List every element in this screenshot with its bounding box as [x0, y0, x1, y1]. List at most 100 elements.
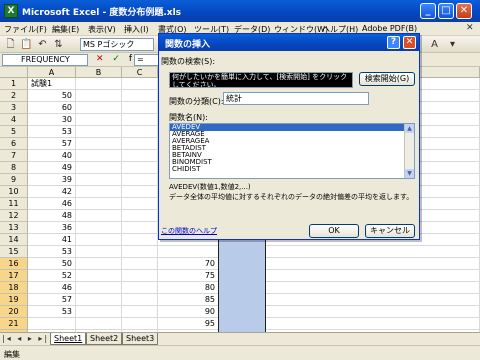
sheet-navigation-icons[interactable]: |◂ ◂ ▸ ▸|: [2, 334, 49, 343]
cell-c[interactable]: [122, 258, 158, 270]
cell-bin[interactable]: 95: [158, 318, 218, 330]
cell-c[interactable]: [122, 246, 158, 258]
cell-a[interactable]: 36: [28, 222, 76, 234]
column-header-a[interactable]: A: [28, 67, 76, 78]
cell-b[interactable]: [76, 162, 122, 174]
sheet-tab-2[interactable]: Sheet2: [86, 333, 123, 345]
cell-b[interactable]: [76, 222, 122, 234]
cell-b[interactable]: [76, 174, 122, 186]
cell-a[interactable]: 57: [28, 294, 76, 306]
cell-c[interactable]: [122, 174, 158, 186]
cell-a[interactable]: 53: [28, 306, 76, 318]
cell-a[interactable]: 39: [28, 174, 76, 186]
enter-icon[interactable]: ✓: [112, 54, 123, 64]
function-list-item[interactable]: CHIDIST: [170, 166, 414, 173]
category-select[interactable]: 統計: [223, 92, 369, 105]
cell-b[interactable]: [76, 114, 122, 126]
row-header[interactable]: 2: [0, 90, 28, 102]
row-header[interactable]: 14: [0, 234, 28, 246]
row-header[interactable]: 4: [0, 114, 28, 126]
minimize-button[interactable]: _: [420, 3, 436, 19]
row-header[interactable]: 5: [0, 126, 28, 138]
cell-right[interactable]: [266, 246, 480, 258]
cell-a[interactable]: 52: [28, 270, 76, 282]
cell-b[interactable]: [76, 150, 122, 162]
select-all-corner[interactable]: [0, 67, 28, 78]
row-header[interactable]: 3: [0, 102, 28, 114]
row-header[interactable]: 21: [0, 318, 28, 330]
row-header[interactable]: 11: [0, 198, 28, 210]
row-header[interactable]: 6: [0, 138, 28, 150]
cell-c[interactable]: [122, 318, 158, 330]
cell-c[interactable]: [122, 234, 158, 246]
cell-b[interactable]: [76, 102, 122, 114]
formula-input[interactable]: =: [134, 54, 160, 66]
cell-c[interactable]: [122, 270, 158, 282]
row-header[interactable]: 9: [0, 174, 28, 186]
cell-right[interactable]: [266, 270, 480, 282]
cell-a[interactable]: 57: [28, 138, 76, 150]
function-list-item[interactable]: AVERAGEA: [170, 138, 414, 145]
cell-a[interactable]: 46: [28, 282, 76, 294]
cell-a[interactable]: 48: [28, 210, 76, 222]
cell-b[interactable]: [76, 270, 122, 282]
cell-right[interactable]: [266, 282, 480, 294]
cell-b[interactable]: [76, 282, 122, 294]
search-start-button[interactable]: 検索開始(G): [359, 72, 415, 86]
cell-right[interactable]: [266, 306, 480, 318]
menu-view[interactable]: 表示(V): [88, 24, 116, 35]
cancel-icon[interactable]: ✕: [96, 54, 107, 64]
function-list-item[interactable]: BINOMDIST: [170, 159, 414, 166]
help-icon[interactable]: ?: [387, 36, 400, 49]
sheet-tab-1[interactable]: Sheet1: [50, 333, 87, 345]
cell-c[interactable]: [122, 294, 158, 306]
cell-c[interactable]: [122, 306, 158, 318]
row-header[interactable]: 18: [0, 282, 28, 294]
cell-bin[interactable]: [158, 246, 218, 258]
cell-a[interactable]: 30: [28, 114, 76, 126]
cell-b[interactable]: [76, 246, 122, 258]
cell-b[interactable]: [76, 294, 122, 306]
cell-c[interactable]: [122, 162, 158, 174]
cell-b[interactable]: [76, 234, 122, 246]
cell-right[interactable]: [266, 294, 480, 306]
cell-b[interactable]: [76, 138, 122, 150]
scroll-down-icon[interactable]: ▼: [405, 169, 414, 178]
menu-insert[interactable]: 挿入(I): [124, 24, 149, 35]
column-header-c[interactable]: C: [122, 67, 158, 78]
row-header[interactable]: 8: [0, 162, 28, 174]
menu-edit[interactable]: 編集(E): [52, 24, 79, 35]
cell-c[interactable]: [122, 114, 158, 126]
scroll-up-icon[interactable]: ▲: [405, 124, 414, 133]
cell-a[interactable]: 49: [28, 162, 76, 174]
sort-icon[interactable]: ⇅: [52, 38, 65, 51]
menu-file[interactable]: ファイル(F): [4, 24, 47, 35]
row-header[interactable]: 20: [0, 306, 28, 318]
cell-b[interactable]: [76, 258, 122, 270]
row-header[interactable]: 13: [0, 222, 28, 234]
cell-a[interactable]: 53: [28, 246, 76, 258]
cell-a[interactable]: 53: [28, 126, 76, 138]
name-box[interactable]: FREQUENCY: [2, 54, 88, 66]
menu-adobe-pdf[interactable]: Adobe PDF(B): [362, 24, 417, 33]
row-header[interactable]: 15: [0, 246, 28, 258]
cell-a[interactable]: 42: [28, 186, 76, 198]
font-name-box[interactable]: MS Pゴシック: [80, 38, 154, 51]
function-list-item[interactable]: AVEDEV: [170, 124, 414, 131]
fill-color-icon[interactable]: ▾: [446, 38, 459, 51]
paste-icon[interactable]: 📋: [20, 38, 33, 51]
cell-bin[interactable]: 85: [158, 294, 218, 306]
cell-a[interactable]: [28, 318, 76, 330]
cell-c[interactable]: [122, 102, 158, 114]
row-header[interactable]: 7: [0, 150, 28, 162]
cell-c[interactable]: [122, 222, 158, 234]
function-list-scrollbar[interactable]: ▲ ▼: [404, 124, 414, 178]
row-header[interactable]: 19: [0, 294, 28, 306]
cell-a[interactable]: 46: [28, 198, 76, 210]
row-header[interactable]: 10: [0, 186, 28, 198]
cell-bin[interactable]: 75: [158, 270, 218, 282]
cell-bin[interactable]: 80: [158, 282, 218, 294]
function-list-item[interactable]: BETADIST: [170, 145, 414, 152]
cell-b[interactable]: [76, 198, 122, 210]
cell-b[interactable]: [76, 186, 122, 198]
